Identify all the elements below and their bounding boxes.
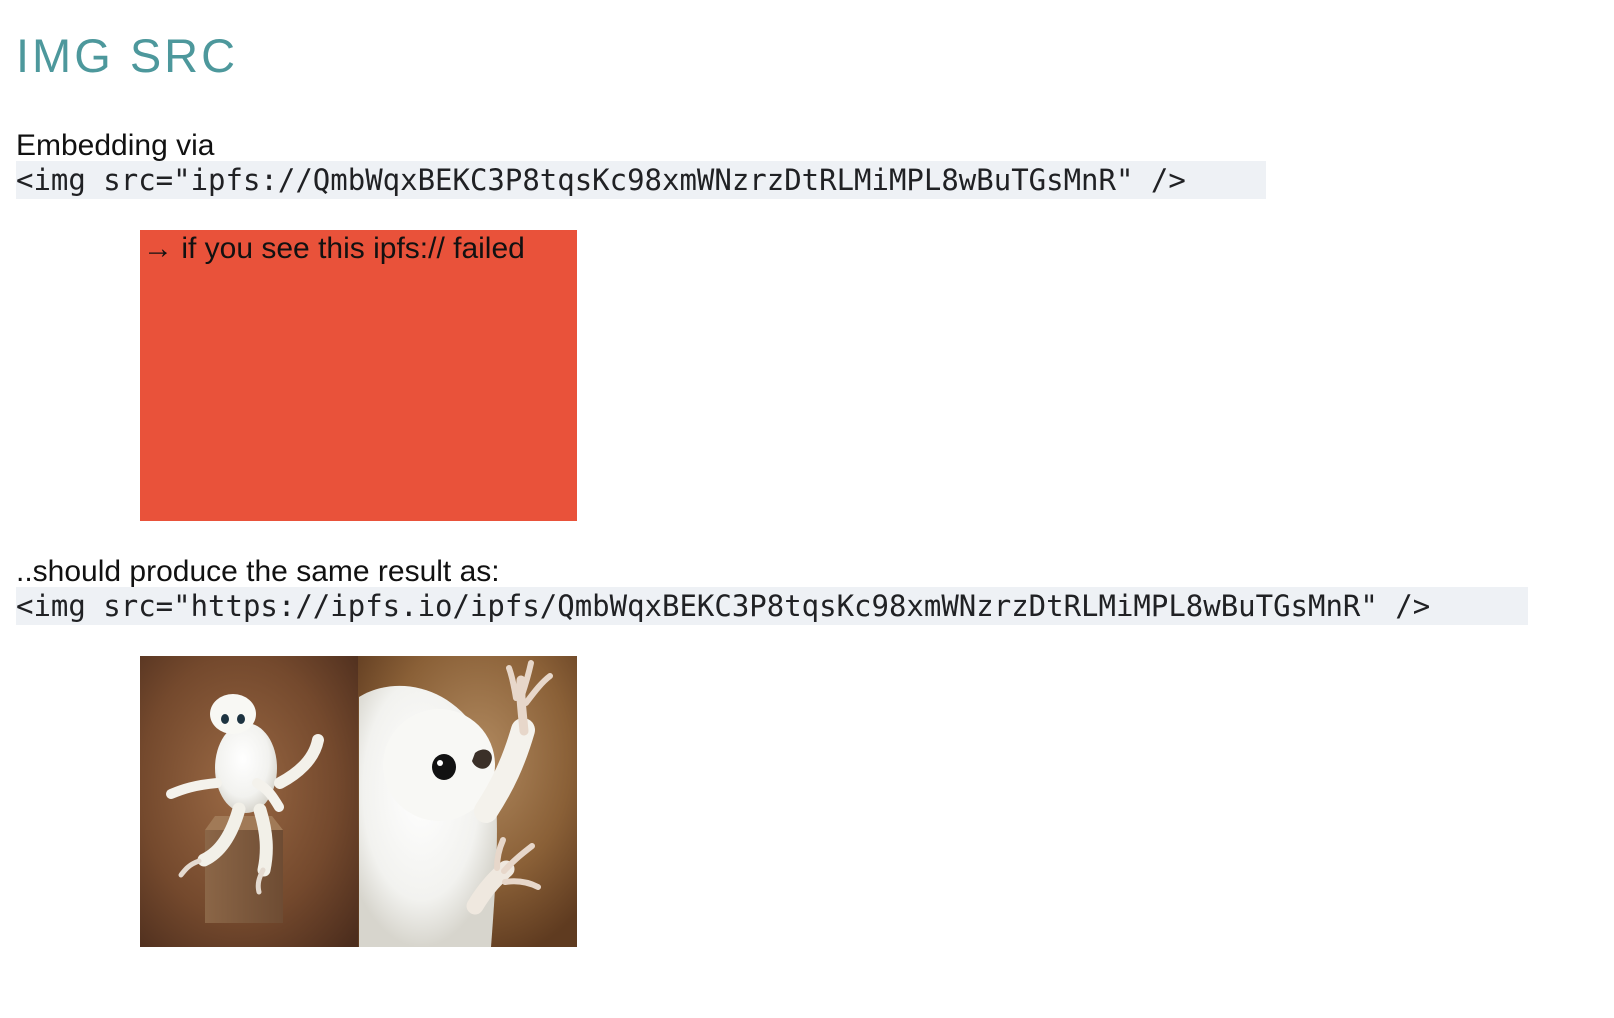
- ipfs-code-snippet: <img src="ipfs://QmbWqxBEKC3P8tqsKc98xmW…: [16, 161, 1266, 199]
- gateway-code-snippet: <img src="https://ipfs.io/ipfs/QmbWqxBEK…: [16, 587, 1528, 625]
- meme-right-panel: [358, 656, 577, 947]
- ipfs-failed-message: → if you see this ipfs:// failed: [143, 232, 525, 265]
- page-title: IMG SRC: [16, 29, 239, 82]
- ipfs-fallback-placeholder: → if you see this ipfs:// failed: [140, 230, 577, 521]
- embedding-via-text: Embedding via: [16, 129, 215, 162]
- meme-left-panel: [140, 656, 358, 947]
- meme-image: [140, 656, 577, 947]
- same-result-text: ..should produce the same result as:: [16, 555, 500, 588]
